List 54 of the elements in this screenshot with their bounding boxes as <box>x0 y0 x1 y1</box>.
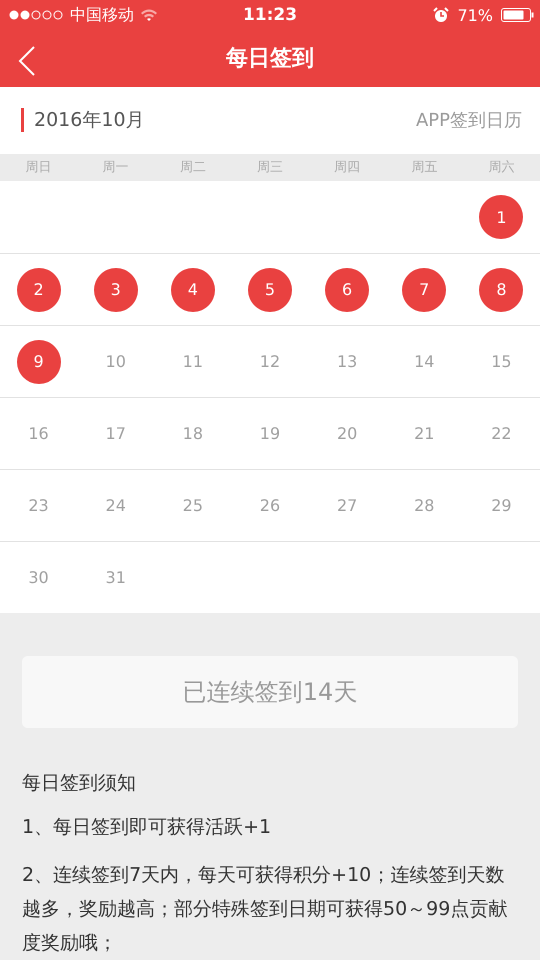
day-number: 14 <box>413 351 436 374</box>
day-number: 13 <box>336 351 358 374</box>
day-number: 31 <box>104 567 127 590</box>
note-text: 1、每日签到即可获得活跃+1 <box>22 815 272 840</box>
signed-day: 7 <box>402 268 446 312</box>
weekday-label: 周六 <box>488 159 514 176</box>
day-number: 10 <box>104 351 127 374</box>
day-number: 25 <box>182 495 204 518</box>
weekday-label: 周三 <box>256 159 283 176</box>
back-icon <box>17 45 37 77</box>
day-number: 24 <box>104 495 127 518</box>
month-label: 2016年10月 <box>34 108 145 134</box>
day-number: 20 <box>336 423 358 446</box>
day-number: 12 <box>258 351 282 374</box>
signed-day: 1 <box>479 195 524 240</box>
signed-day: 9 <box>16 340 61 384</box>
day-number: 30 <box>27 567 50 590</box>
clock-time: 11:23 <box>242 5 298 25</box>
signal-icon <box>9 9 64 21</box>
weekday-label: 周五 <box>411 159 438 176</box>
accent-bar <box>21 108 24 132</box>
weekday-label: 周二 <box>180 159 206 176</box>
signed-day: 6 <box>325 268 370 312</box>
calendar-caption: APP签到日历 <box>416 109 522 132</box>
weekday-label: 周一 <box>102 159 129 176</box>
wifi-icon <box>140 8 158 22</box>
signed-day: 2 <box>16 268 61 312</box>
notes-heading: 每日签到须知 <box>22 771 137 796</box>
signed-day: 4 <box>170 268 215 312</box>
day-number: 29 <box>490 495 513 518</box>
page-title: 每日签到 <box>226 45 314 74</box>
signed-day: 8 <box>479 268 524 312</box>
note-text: 2、连续签到7天内，每天可获得积分+10；连续签到天数越多，奖励越高；部分特殊签到日期可获得50～99点贡献度奖励哦； <box>22 863 508 956</box>
day-number: 11 <box>182 351 204 374</box>
weekday-label: 周四 <box>334 159 360 176</box>
streak-banner: 已连续签到14天 <box>22 656 518 728</box>
alarm-icon <box>433 7 450 23</box>
day-number: 19 <box>258 423 282 446</box>
day-number: 26 <box>258 495 282 518</box>
day-number: 27 <box>336 495 358 518</box>
signed-day: 5 <box>248 268 292 312</box>
day-number: 17 <box>104 423 127 446</box>
signed-day: 3 <box>94 268 138 312</box>
day-number: 22 <box>490 423 513 446</box>
day-number: 28 <box>413 495 436 518</box>
day-number: 15 <box>490 351 513 374</box>
battery-icon <box>501 8 534 22</box>
day-number: 21 <box>413 423 436 446</box>
weekday-label: 周日 <box>26 159 52 176</box>
day-number: 23 <box>27 495 50 518</box>
day-number: 16 <box>27 423 50 446</box>
day-number: 18 <box>182 423 204 446</box>
carrier-name: 中国移动 <box>70 4 134 26</box>
battery-percent: 71% <box>457 6 493 24</box>
